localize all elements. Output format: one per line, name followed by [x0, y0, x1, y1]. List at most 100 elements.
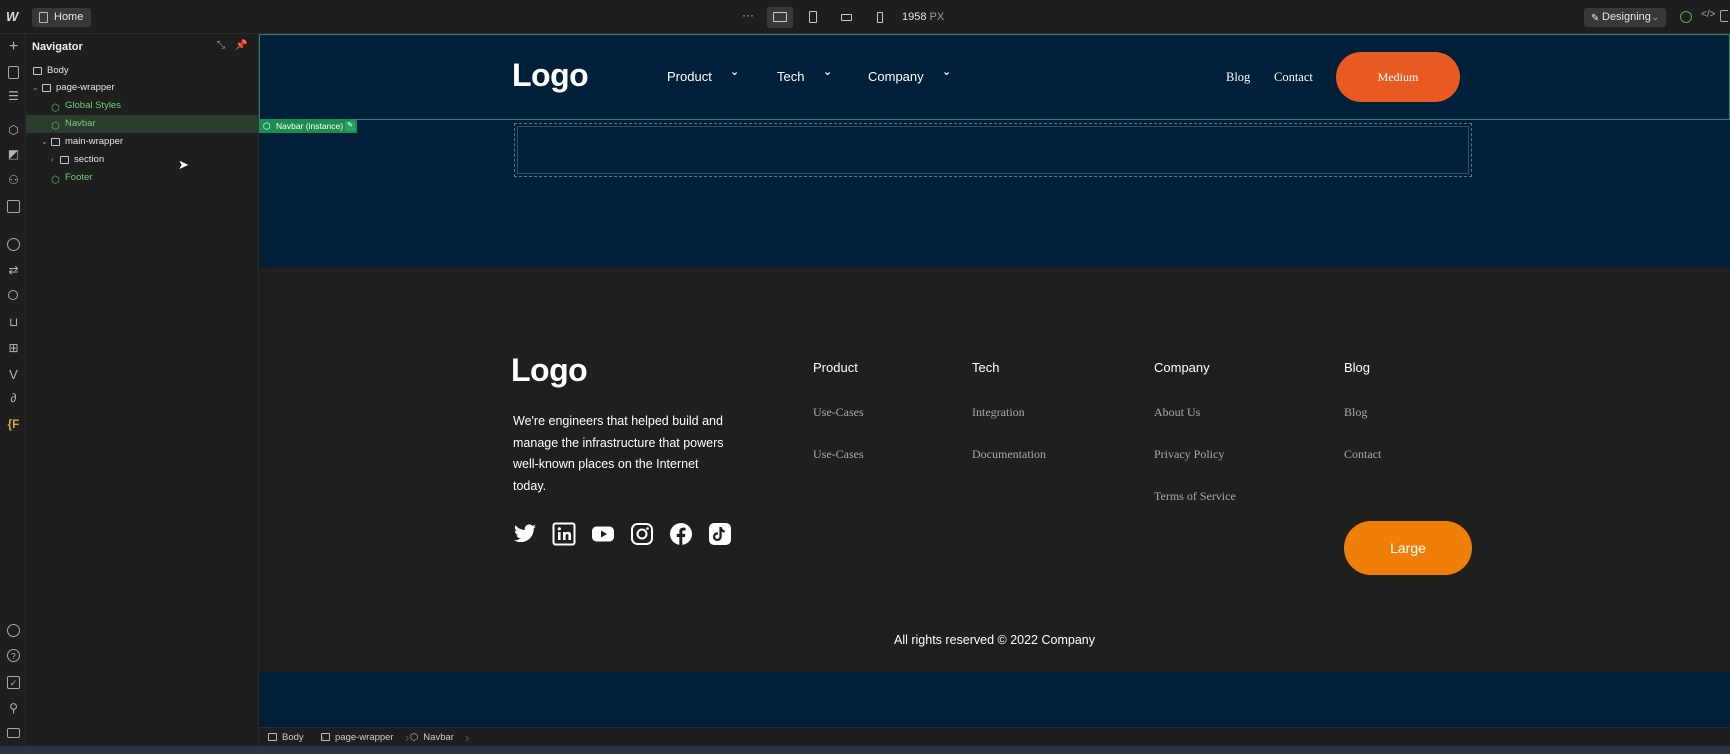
more-options-icon[interactable]: ···	[742, 8, 754, 22]
pin-icon[interactable]: 📌	[235, 40, 247, 51]
canvas-width-value: 1958	[902, 11, 927, 23]
footer-link-contact[interactable]: Contact	[1344, 447, 1381, 462]
mode-switcher-button[interactable]: ✎ Designing ⌄	[1584, 8, 1666, 27]
users-icon[interactable]	[8, 290, 18, 300]
canvas-width-readout: 1958 PX	[902, 11, 944, 23]
variables-icon[interactable]: ⚇	[7, 174, 20, 187]
tree-item-label: Body	[47, 65, 69, 76]
webflow-logo-icon[interactable]: W	[6, 9, 22, 25]
tree-item-label: Global Styles	[65, 100, 121, 111]
chevron-down-icon: ⌄	[1651, 12, 1659, 22]
tree-item-section[interactable]: › section	[26, 151, 259, 169]
tree-item-body[interactable]: Body	[26, 62, 259, 80]
footer-link-blog[interactable]: Blog	[1344, 405, 1367, 420]
components-icon[interactable]: ⬡	[7, 124, 20, 137]
footer-link-terms-of-service[interactable]: Terms of Service	[1154, 489, 1236, 504]
footer-link-use-cases[interactable]: Use-Cases	[813, 405, 864, 420]
footer-link-about-us[interactable]: About Us	[1154, 405, 1200, 420]
edit-component-icon[interactable]: ✎	[345, 121, 356, 131]
navigator-icon[interactable]: ☰	[7, 90, 20, 103]
tablet-icon	[809, 11, 817, 23]
help-icon[interactable]: ?	[7, 649, 20, 662]
tree-item-footer[interactable]: ⬡ Footer	[26, 169, 259, 187]
footer-link-privacy-policy[interactable]: Privacy Policy	[1154, 447, 1224, 462]
div-block-icon	[42, 84, 51, 92]
ecommerce-icon[interactable]: ⊔	[7, 316, 20, 329]
vector-icon[interactable]: V	[7, 368, 20, 381]
breakpoint-tablet-button[interactable]	[800, 7, 826, 28]
nav-dropdown-tech[interactable]: Tech	[777, 69, 804, 84]
body-icon	[33, 67, 42, 75]
settings-icon[interactable]	[7, 624, 20, 637]
footer-link-integration[interactable]: Integration	[972, 405, 1025, 420]
empty-section-placeholder[interactable]	[514, 123, 1472, 177]
brush-icon: ✎	[1591, 13, 1600, 24]
publish-icon[interactable]	[1720, 10, 1728, 22]
component-icon: ⬡	[410, 732, 419, 743]
footer-link-use-cases[interactable]: Use-Cases	[813, 447, 864, 462]
tree-item-navbar[interactable]: ⬡ Navbar	[26, 115, 259, 133]
chevron-down-icon[interactable]: ⌄	[41, 133, 48, 151]
tiktok-icon[interactable]	[708, 522, 732, 546]
breakpoint-mobile-landscape-button[interactable]	[834, 7, 860, 28]
navbar-instance[interactable]: Logo Product ⌄ Tech ⌄ Company ⌄ Blog Con…	[259, 34, 1730, 120]
apps-icon[interactable]: ⊞	[7, 342, 20, 355]
tree-item-page-wrapper[interactable]: ⌄ page-wrapper	[26, 79, 259, 97]
breadcrumb-item-body[interactable]: Body ›	[268, 730, 324, 745]
logic-icon[interactable]: ⇄	[7, 264, 20, 277]
facebook-icon[interactable]	[669, 522, 693, 546]
footer-col-title-product: Product	[813, 360, 858, 375]
copyright-text: All rights reserved © 2022 Company	[894, 633, 1095, 647]
tree-item-global-styles[interactable]: ⬡ Global Styles	[26, 97, 259, 115]
nav-link-blog[interactable]: Blog	[1226, 70, 1250, 85]
footer-section[interactable]: Logo We're engineers that helped build a…	[259, 267, 1730, 672]
add-elements-icon[interactable]: +	[7, 39, 20, 55]
audit-icon[interactable]: ✓	[7, 676, 20, 689]
breadcrumb-item-navbar[interactable]: ⬡ Navbar ›	[410, 730, 469, 745]
chevron-right-icon: ›	[405, 730, 410, 745]
saved-check-icon	[1680, 11, 1692, 23]
breakpoint-mobile-portrait-button[interactable]	[867, 7, 893, 28]
style-selectors-icon[interactable]: ◩	[7, 148, 20, 161]
navbar-logo[interactable]: Logo	[512, 57, 589, 94]
finsweet-icon[interactable]: {F	[7, 418, 20, 431]
link-icon[interactable]: ∂	[7, 392, 20, 405]
mouse-cursor-icon: ➤	[178, 157, 189, 172]
cms-icon[interactable]	[7, 238, 20, 251]
window-bottom-edge	[0, 746, 1730, 754]
pages-icon[interactable]	[8, 66, 19, 79]
linkedin-icon[interactable]	[552, 522, 576, 546]
assets-icon[interactable]	[7, 200, 20, 213]
footer-cta-button[interactable]: Large	[1344, 521, 1472, 575]
search-icon[interactable]: ⚲	[7, 702, 20, 715]
footer-link-documentation[interactable]: Documentation	[972, 447, 1046, 462]
video-icon[interactable]	[7, 728, 20, 738]
page-selector[interactable]: Home	[32, 8, 92, 27]
canvas-width-unit: PX	[929, 11, 945, 23]
youtube-icon[interactable]	[591, 522, 615, 546]
mobile-landscape-icon	[841, 14, 852, 21]
page-icon	[39, 12, 48, 23]
nav-link-contact[interactable]: Contact	[1274, 70, 1313, 85]
page-name: Home	[54, 11, 84, 23]
chevron-right-icon[interactable]: ›	[51, 151, 54, 169]
tree-item-label: page-wrapper	[56, 82, 115, 93]
nav-cta-button[interactable]: Medium	[1336, 52, 1460, 102]
instagram-icon[interactable]	[630, 522, 654, 546]
breadcrumb-item-page-wrapper[interactable]: page-wrapper ›	[321, 730, 409, 745]
nav-dropdown-company[interactable]: Company	[868, 69, 924, 84]
footer-col-title-tech: Tech	[972, 360, 1000, 375]
footer-logo[interactable]: Logo	[511, 352, 588, 389]
navigator-panel: Navigator ⤡ 📌 Body ⌄ page-wrapper ⬡ Glob…	[26, 34, 259, 746]
breakpoint-desktop-button[interactable]	[767, 7, 793, 28]
nav-dropdown-product[interactable]: Product	[667, 69, 712, 84]
chevron-down-icon[interactable]: ⌄	[32, 79, 39, 97]
selection-label[interactable]: ⬡ Navbar (instance) ✎	[259, 120, 358, 133]
design-canvas[interactable]: Logo Product ⌄ Tech ⌄ Company ⌄ Blog Con…	[259, 34, 1730, 727]
div-block-icon	[321, 733, 330, 741]
tree-item-label: Footer	[65, 172, 93, 183]
code-icon[interactable]: </>	[1701, 9, 1715, 20]
twitter-icon[interactable]	[513, 522, 537, 546]
collapse-icon[interactable]: ⤡	[217, 40, 225, 51]
tree-item-main-wrapper[interactable]: ⌄ main-wrapper	[26, 133, 259, 151]
